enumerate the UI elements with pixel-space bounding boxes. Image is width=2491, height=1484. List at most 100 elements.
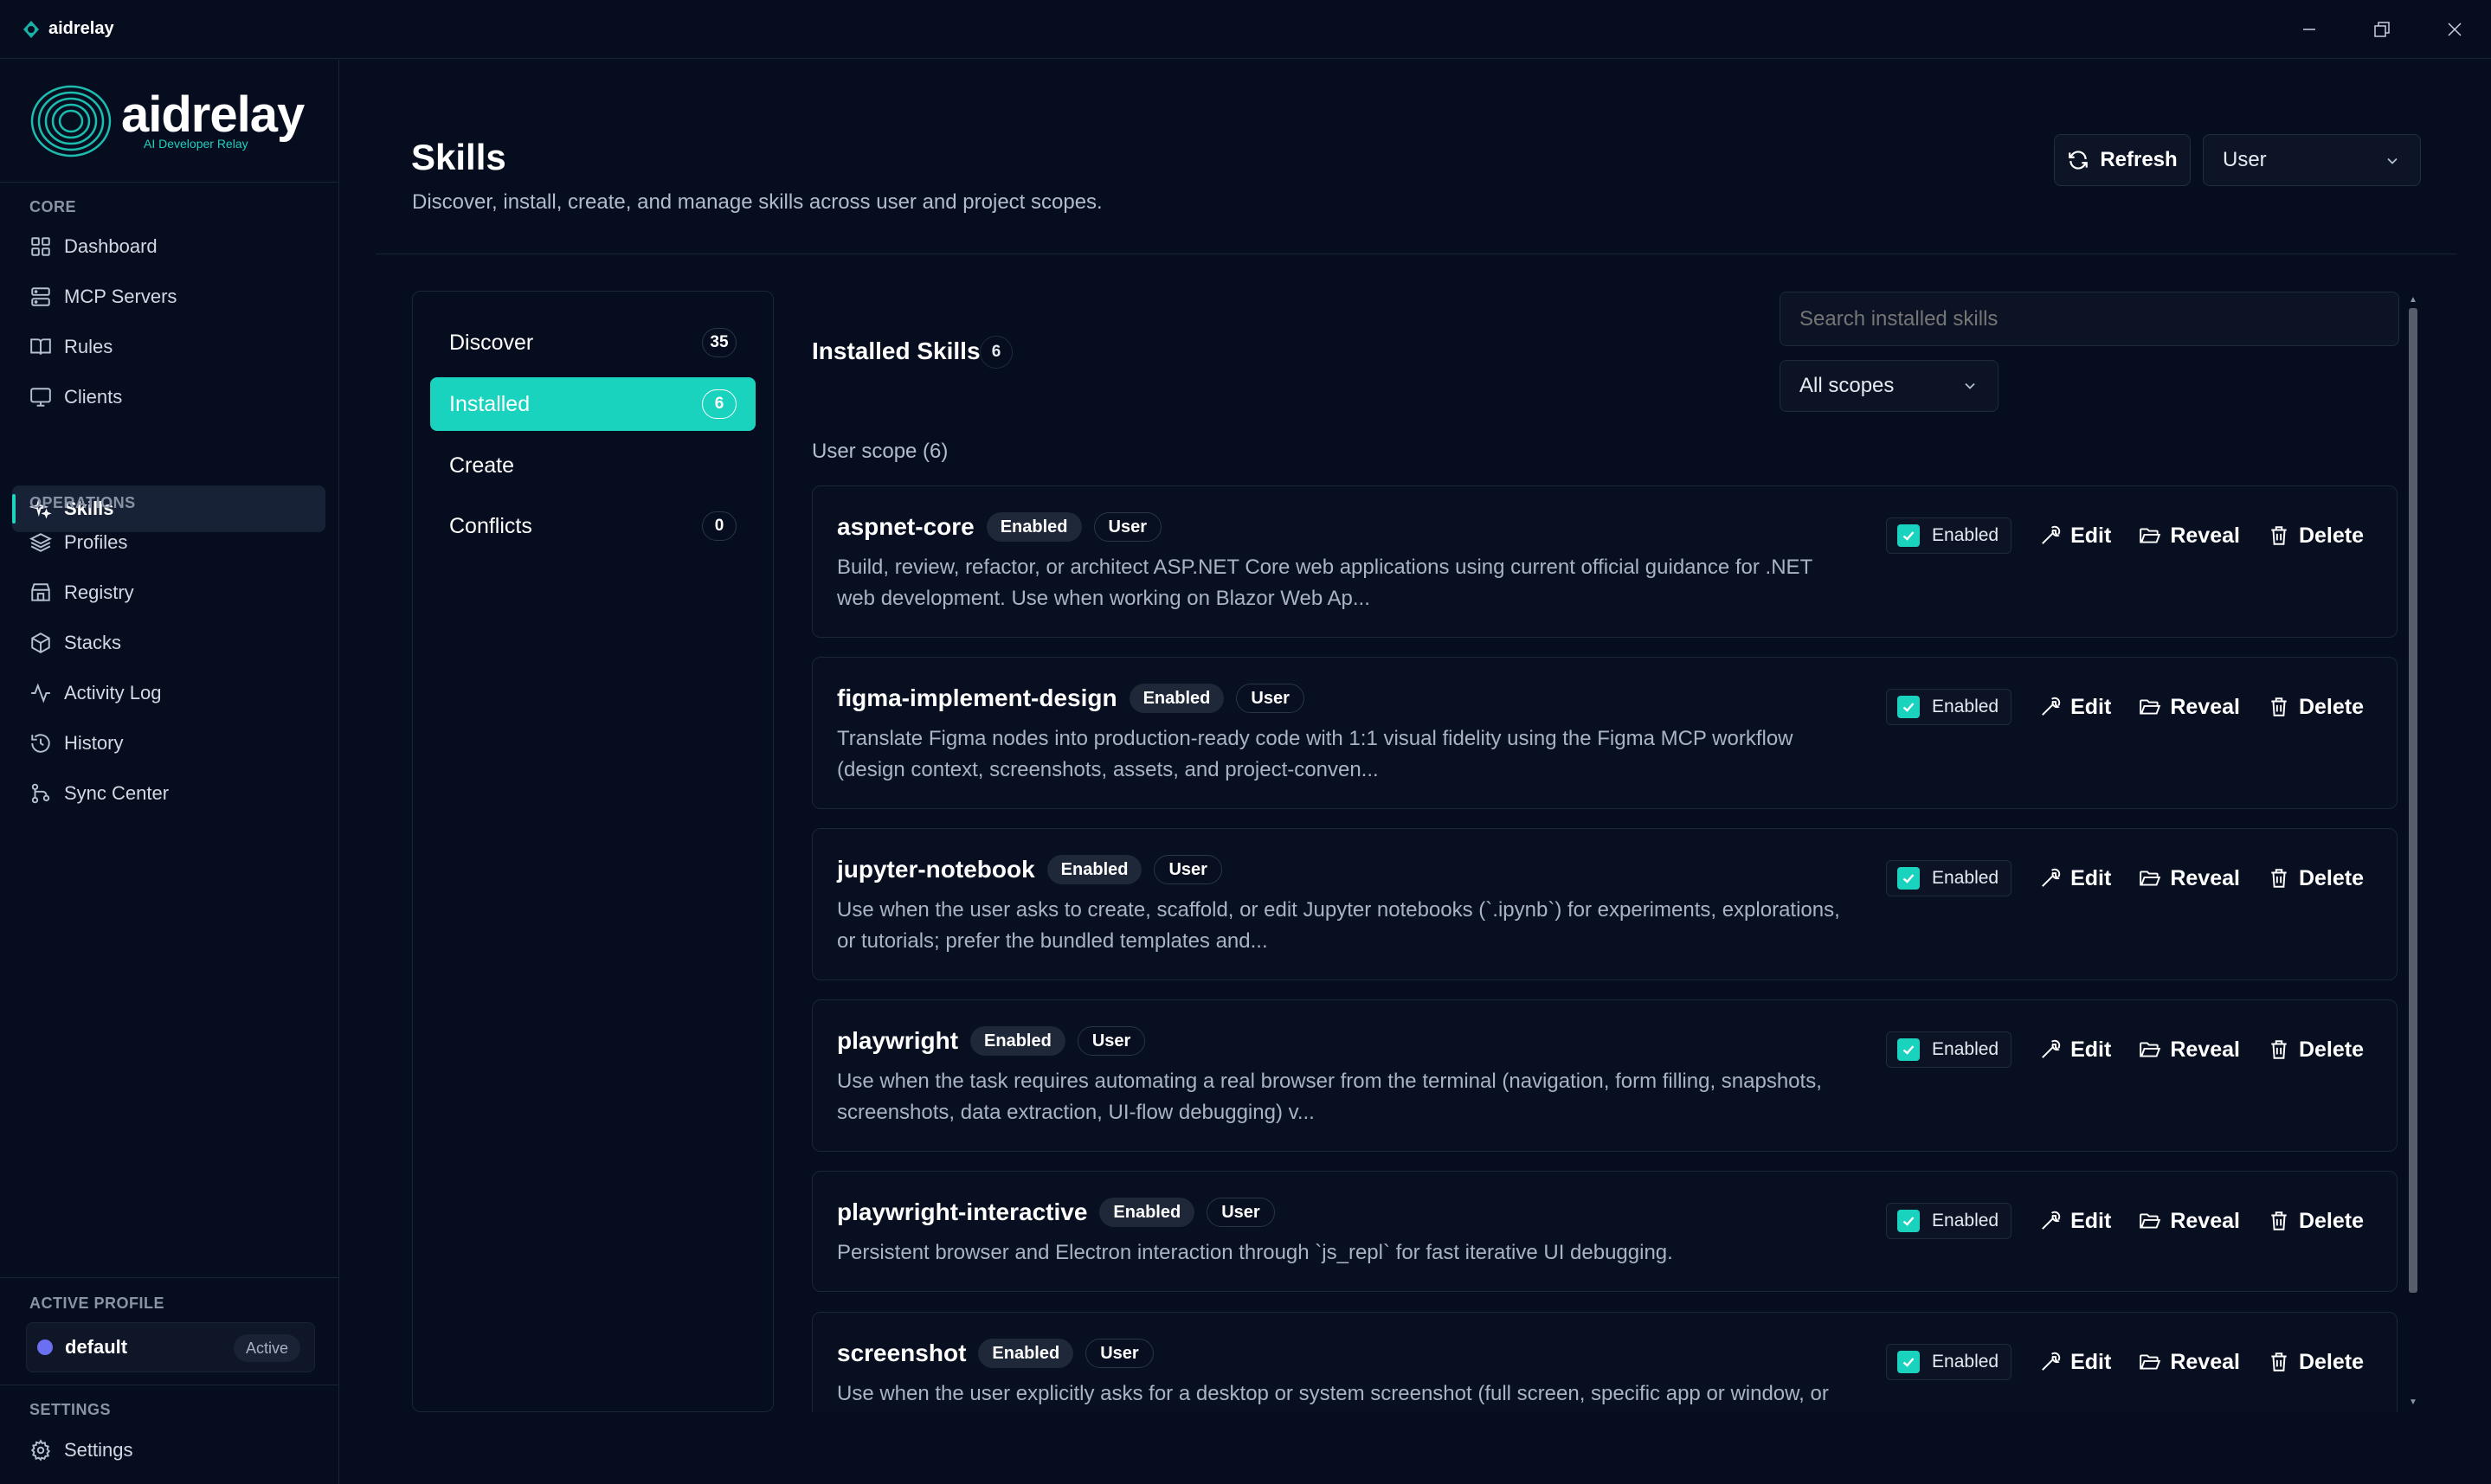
edit-label: Edit: [2070, 1349, 2112, 1374]
scope-badge: User: [1077, 1026, 1146, 1056]
layers-icon: [29, 533, 52, 552]
edit-button[interactable]: Edit: [2039, 1209, 2111, 1234]
folder-open-icon: [2140, 1213, 2161, 1229]
sidebar-item-settings[interactable]: Settings: [12, 1427, 325, 1474]
reveal-label: Reveal: [2170, 1349, 2240, 1374]
delete-button[interactable]: Delete: [2268, 1209, 2364, 1234]
operations-section-label: OPERATIONS: [29, 494, 136, 511]
subnav-installed[interactable]: Installed 6: [430, 377, 756, 431]
chevron-down-icon: [2387, 157, 2398, 164]
enabled-toggle[interactable]: Enabled: [1886, 1203, 2012, 1239]
reveal-button[interactable]: Reveal: [2139, 1038, 2240, 1063]
settings-section-label: SETTINGS: [29, 1401, 112, 1418]
sidebar-item-rules[interactable]: Rules: [12, 324, 325, 370]
enabled-badge: Enabled: [978, 1339, 1074, 1368]
delete-button[interactable]: Delete: [2268, 866, 2364, 891]
aidrelay-logo-icon: [30, 85, 112, 157]
delete-label: Delete: [2298, 1349, 2364, 1374]
skill-card: playwright Enabled User Use when the tas…: [812, 999, 2398, 1152]
gear-icon: [30, 1439, 51, 1462]
delete-button[interactable]: Delete: [2268, 695, 2364, 720]
delete-button[interactable]: Delete: [2268, 1038, 2364, 1063]
search-input[interactable]: [1780, 292, 2399, 346]
refresh-button[interactable]: Refresh: [2054, 134, 2191, 186]
skill-header: screenshot Enabled User: [837, 1339, 1154, 1368]
sidebar-item-dashboard[interactable]: Dashboard: [12, 223, 325, 270]
checkbox[interactable]: [1897, 1210, 1921, 1232]
toggle-label: Enabled: [1932, 1039, 1999, 1059]
sidebar-item-label: Activity Log: [64, 682, 162, 703]
sidebar-item-label: History: [64, 732, 124, 754]
reveal-button[interactable]: Reveal: [2139, 866, 2240, 891]
reveal-button[interactable]: Reveal: [2139, 1350, 2240, 1375]
skill-actions: Enabled Edit Reveal Delete: [1886, 1031, 2364, 1068]
titlebar-app-name: aidrelay: [48, 19, 114, 38]
enabled-badge: Enabled: [1099, 1198, 1195, 1227]
subnav-create[interactable]: Create: [430, 439, 756, 492]
close-button[interactable]: [2418, 0, 2491, 59]
folder-open-icon: [2140, 528, 2161, 543]
skill-name: figma-implement-design: [837, 684, 1117, 711]
delete-button[interactable]: Delete: [2268, 1350, 2364, 1375]
edit-button[interactable]: Edit: [2039, 1038, 2111, 1063]
sidebar-item-history[interactable]: History: [12, 720, 325, 767]
scroll-up-arrow[interactable]: ▲: [2409, 296, 2417, 305]
enabled-toggle[interactable]: Enabled: [1886, 1031, 2012, 1068]
checkbox[interactable]: [1897, 1038, 1921, 1061]
enabled-toggle[interactable]: Enabled: [1886, 517, 2012, 554]
skill-actions: Enabled Edit Reveal Delete: [1886, 1344, 2364, 1380]
sidebar-item-stacks[interactable]: Stacks: [12, 620, 325, 666]
active-profile-card[interactable]: default Active: [26, 1322, 315, 1372]
sidebar-item-label: Dashboard: [64, 235, 158, 257]
subnav-conflicts[interactable]: Conflicts 0: [430, 499, 756, 553]
restore-button[interactable]: [2346, 0, 2418, 59]
scrollbar-thumb[interactable]: [2409, 308, 2417, 1293]
delete-button[interactable]: Delete: [2268, 524, 2364, 549]
skill-card: jupyter-notebook Enabled User Use when t…: [812, 828, 2398, 980]
restore-icon: [2374, 22, 2390, 37]
subnav-discover[interactable]: Discover 35: [430, 316, 756, 369]
sidebar-item-mcp-servers[interactable]: MCP Servers: [12, 273, 325, 320]
enabled-toggle[interactable]: Enabled: [1886, 1344, 2012, 1380]
reveal-label: Reveal: [2170, 694, 2240, 719]
sidebar-item-sync-center[interactable]: Sync Center: [12, 770, 325, 817]
enabled-toggle[interactable]: Enabled: [1886, 689, 2012, 725]
checkbox[interactable]: [1897, 696, 1921, 718]
checkmark-icon: [1902, 874, 1915, 883]
edit-button[interactable]: Edit: [2039, 866, 2111, 891]
skill-card: screenshot Enabled User Use when the use…: [812, 1312, 2398, 1412]
reveal-button[interactable]: Reveal: [2139, 524, 2240, 549]
subnav-count: 35: [702, 328, 737, 357]
sidebar-item-registry[interactable]: Registry: [12, 569, 325, 616]
sidebar-item-activity-log[interactable]: Activity Log: [12, 670, 325, 716]
sidebar-item-label: Stacks: [64, 632, 122, 653]
edit-label: Edit: [2070, 694, 2112, 719]
edit-button[interactable]: Edit: [2039, 695, 2111, 720]
skill-description: Use when the user asks to create, scaffo…: [837, 898, 1840, 953]
edit-button[interactable]: Edit: [2039, 1350, 2111, 1375]
sidebar-logo[interactable]: aidrelay AI Developer Relay: [0, 60, 338, 183]
reveal-button[interactable]: Reveal: [2139, 1209, 2240, 1234]
scope-filter-select[interactable]: All scopes: [1780, 360, 1999, 412]
sidebar-item-profiles[interactable]: Profiles: [12, 519, 325, 566]
edit-button[interactable]: Edit: [2039, 524, 2111, 549]
scope-select[interactable]: User: [2203, 134, 2421, 186]
skill-description: Persistent browser and Electron interact…: [837, 1241, 1673, 1264]
page-subtitle: Discover, install, create, and manage sk…: [412, 190, 1103, 214]
checkbox[interactable]: [1897, 867, 1921, 890]
checkbox[interactable]: [1897, 1351, 1921, 1373]
installed-skills-title: Installed Skills: [812, 337, 981, 364]
sidebar-item-clients[interactable]: Clients: [12, 374, 325, 421]
toggle-label: Enabled: [1932, 1211, 1999, 1230]
scroll-down-arrow[interactable]: ▼: [2409, 1398, 2417, 1407]
refresh-icon: [2069, 151, 2089, 170]
reveal-button[interactable]: Reveal: [2139, 695, 2240, 720]
checkbox[interactable]: [1897, 524, 1921, 547]
page-title: Skills: [411, 137, 506, 177]
minimize-button[interactable]: [2273, 0, 2346, 59]
skill-description: Use when the task requires automating a …: [837, 1070, 1822, 1124]
logo-subtitle: AI Developer Relay: [144, 137, 248, 151]
scope-badge: User: [1085, 1339, 1154, 1368]
sidebar-item-label: Profiles: [64, 531, 128, 553]
enabled-toggle[interactable]: Enabled: [1886, 860, 2012, 896]
